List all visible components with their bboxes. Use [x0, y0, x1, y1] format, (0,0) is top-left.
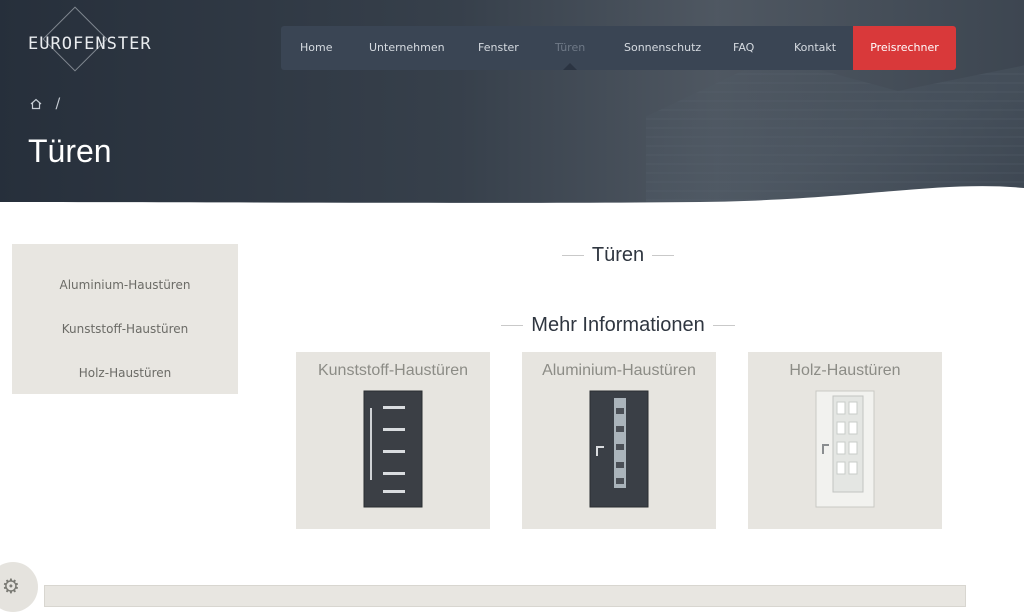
dark-door-image [363, 390, 423, 508]
bottom-panel [44, 585, 966, 607]
more-info-title-text: Mehr Informationen [531, 314, 705, 336]
divider-line [712, 325, 735, 327]
section-title-text: Türen [591, 244, 645, 266]
divider-line [652, 255, 675, 257]
more-info-title: Mehr Informationen [318, 314, 918, 337]
sidebar-item-holz[interactable]: Holz-Haustüren [12, 366, 238, 380]
breadcrumb: / [29, 96, 60, 112]
settings-button[interactable]: ⚙ [0, 562, 38, 612]
preisrechner-button[interactable]: Preisrechner [853, 26, 956, 70]
breadcrumb-separator: / [55, 96, 61, 112]
page-title: Türen [28, 133, 112, 169]
nav-sonnenschutz[interactable]: Sonnenschutz [624, 26, 701, 70]
sidebar: Aluminium-Haustüren Kunststoff-Haustüren… [12, 244, 238, 394]
hero-wave [0, 186, 1024, 205]
section-title: Türen [318, 244, 918, 267]
dark-door-glass-image [589, 390, 649, 508]
divider-line [561, 255, 584, 257]
card-title: Aluminium-Haustüren [542, 362, 696, 379]
logo-text: EUROFENSTER [28, 34, 152, 54]
card-holz[interactable]: Holz-Haustüren [748, 352, 942, 529]
home-icon[interactable] [29, 97, 43, 111]
logo[interactable]: EUROFENSTER [22, 6, 151, 78]
nav-active-caret-icon [563, 63, 577, 70]
white-door-image [815, 390, 875, 508]
card-aluminium[interactable]: Aluminium-Haustüren [522, 352, 716, 529]
card-title: Holz-Haustüren [789, 362, 901, 379]
gear-icon: ⚙ [2, 574, 20, 598]
card-title: Kunststoff-Haustüren [317, 362, 468, 379]
sidebar-item-aluminium[interactable]: Aluminium-Haustüren [12, 278, 238, 292]
nav-kontakt[interactable]: Kontakt [794, 26, 836, 70]
nav-home[interactable]: Home [300, 26, 332, 70]
card-kunststoff[interactable]: Kunststoff-Haustüren [296, 352, 490, 529]
nav-faq[interactable]: FAQ [733, 26, 754, 70]
sidebar-item-kunststoff[interactable]: Kunststoff-Haustüren [12, 322, 238, 336]
nav-fenster[interactable]: Fenster [478, 26, 519, 70]
divider-line [501, 325, 524, 327]
nav-unternehmen[interactable]: Unternehmen [369, 26, 445, 70]
